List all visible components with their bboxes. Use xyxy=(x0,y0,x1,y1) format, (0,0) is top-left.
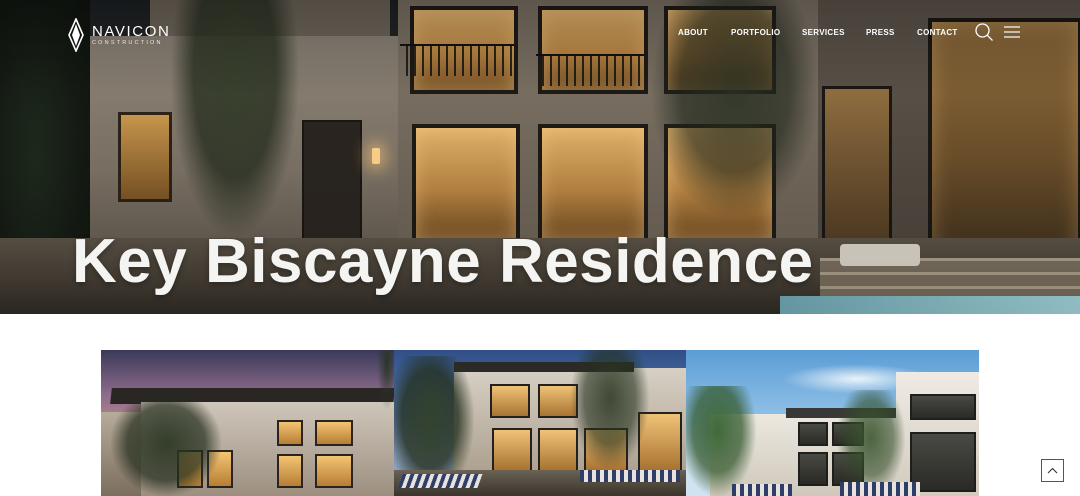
photo-tree xyxy=(836,390,906,496)
photo-lounger xyxy=(732,484,792,496)
nav-item-contact[interactable]: CONTACT xyxy=(917,28,958,37)
gallery-photo-blue-hour[interactable] xyxy=(394,350,686,496)
brand-subtitle: CONSTRUCTION xyxy=(92,39,163,46)
photo-lounger xyxy=(397,474,483,488)
brand-logo[interactable]: NAVICON CONSTRUCTION xyxy=(68,17,170,53)
project-gallery xyxy=(101,350,979,496)
chevron-up-icon xyxy=(1047,467,1058,474)
page-title: Key Biscayne Residence xyxy=(72,227,814,296)
diamond-flame-icon xyxy=(68,18,84,52)
photo-window xyxy=(798,422,828,446)
gallery-photo-dusk[interactable] xyxy=(101,350,394,496)
nav-item-portfolio[interactable]: PORTFOLIO xyxy=(731,28,780,37)
photo-trees xyxy=(111,390,221,496)
photo-window xyxy=(490,384,530,418)
photo-lounger xyxy=(580,470,680,482)
photo-window xyxy=(315,454,353,488)
photo-tree xyxy=(570,350,650,470)
gallery-photo-daylight[interactable] xyxy=(686,350,979,496)
photo-palm xyxy=(377,350,394,410)
photo-window xyxy=(798,452,828,486)
photo-window xyxy=(277,420,303,446)
photo-window xyxy=(492,428,532,472)
back-to-top-button[interactable] xyxy=(1041,459,1064,482)
nav-item-services[interactable]: SERVICES xyxy=(802,28,845,37)
photo-palm xyxy=(686,386,756,496)
search-icon[interactable] xyxy=(974,22,994,42)
photo-window xyxy=(910,394,976,420)
nav-item-press[interactable]: PRESS xyxy=(866,28,895,37)
photo-window xyxy=(315,420,353,446)
photo-window xyxy=(277,454,303,488)
hamburger-menu-icon[interactable] xyxy=(1003,24,1021,40)
brand-wordmark: NAVICON CONSTRUCTION xyxy=(92,24,170,47)
photo-lounger xyxy=(840,482,920,496)
brand-name: NAVICON xyxy=(92,22,171,40)
nav-item-about[interactable]: ABOUT xyxy=(678,28,708,37)
